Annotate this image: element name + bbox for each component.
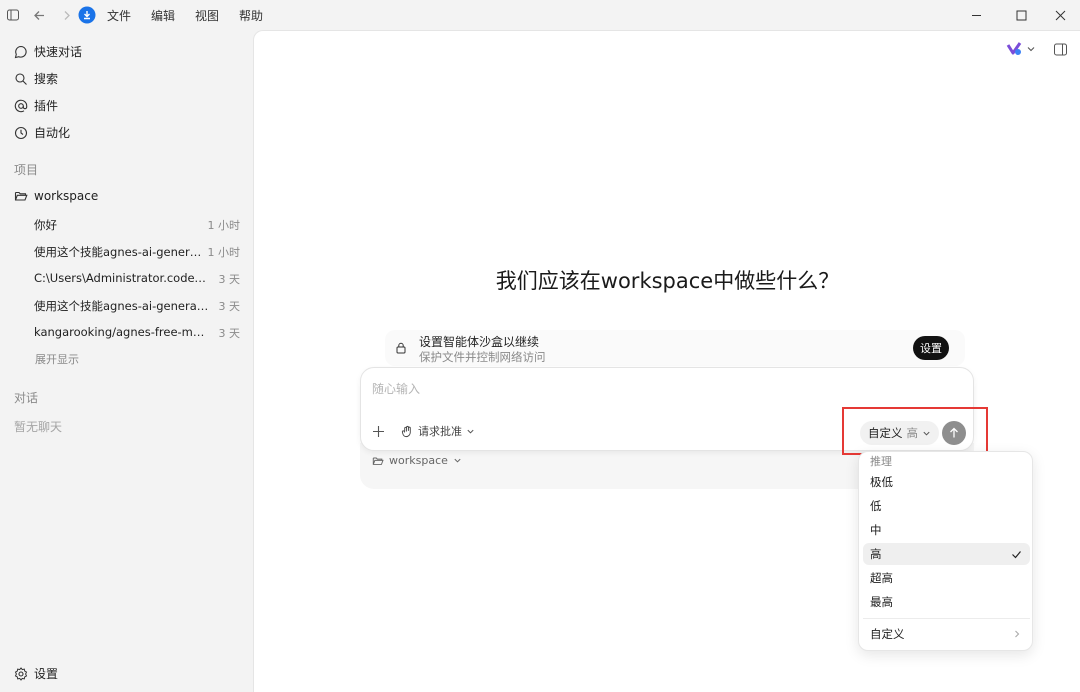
dropdown-header: 推理: [870, 455, 892, 468]
project-workspace[interactable]: workspace: [14, 189, 98, 203]
option-label: 低: [870, 499, 882, 513]
menu-view[interactable]: 视图: [195, 7, 219, 24]
thread-item[interactable]: 使用这个技能agnes-ai-generatio... 3 天: [34, 298, 240, 314]
no-chats-text: 暂无聊天: [14, 420, 63, 434]
thread-item[interactable]: 你好 1 小时: [34, 217, 240, 233]
chevron-down-icon: [454, 458, 461, 463]
thread-item[interactable]: kangarooking/agnes-free-model... 3 天: [34, 325, 240, 341]
sidebar-toggle-icon[interactable]: [3, 5, 23, 25]
sidebar-item-search[interactable]: 搜索: [14, 70, 58, 87]
app-logo-icon: [77, 5, 97, 25]
back-arrow-icon[interactable]: [29, 5, 49, 25]
option-label: 极低: [870, 475, 893, 489]
approval-mode-label: 请求批准: [418, 425, 462, 438]
reasoning-dropdown-menu: 推理 极低 低 中 高 超高 最高 自定义: [858, 451, 1033, 651]
project-name: workspace: [34, 189, 99, 203]
hand-icon: [401, 425, 411, 437]
sidebar-item-quick-chat[interactable]: 快速对话: [14, 43, 82, 60]
thread-title: 使用这个技能agnes-ai-generati...: [34, 245, 204, 259]
sidebar-item-label: 搜索: [34, 72, 59, 86]
thread-item[interactable]: C:\Users\Administrator.codex\ski... 3 天: [34, 271, 240, 287]
sidebar-item-automation[interactable]: 自动化: [14, 124, 70, 141]
setup-button[interactable]: 设置: [913, 336, 949, 360]
checkmark-icon: [1012, 551, 1021, 559]
approval-mode-dropdown[interactable]: 请求批准: [401, 423, 475, 439]
sandbox-banner: 设置智能体沙盒以继续 保护文件并控制网络访问 设置: [385, 330, 965, 366]
sidebar-item-label: 快速对话: [34, 45, 83, 59]
lock-icon: [396, 342, 406, 354]
search-icon: [15, 72, 27, 85]
option-label: 自定义: [870, 627, 905, 641]
settings-label: 设置: [34, 667, 59, 681]
model-switcher[interactable]: [1006, 41, 1036, 57]
title-bar: 文件 编辑 视图 帮助: [0, 0, 1080, 30]
sidebar-item-plugins[interactable]: 插件: [14, 97, 58, 114]
chevron-right-icon: [1015, 630, 1020, 638]
chat-bubble-icon: [14, 45, 27, 58]
thread-title: C:\Users\Administrator.codex\ski...: [34, 271, 209, 285]
thread-time: 1 小时: [207, 246, 241, 259]
sidebar-item-label: 插件: [34, 99, 59, 113]
projects-section-label: 项目: [14, 163, 39, 177]
thread-time: 3 天: [218, 300, 241, 313]
thread-title: kangarooking/agnes-free-model...: [34, 325, 209, 339]
sidebar-item-label: 自动化: [34, 126, 71, 140]
thread-item[interactable]: 使用这个技能agnes-ai-generati... 1 小时: [34, 244, 240, 260]
workspace-selector-label: workspace: [389, 454, 448, 467]
vs-logo-icon: [1006, 42, 1022, 55]
maximize-icon[interactable]: [1011, 5, 1031, 25]
page-title: 我们应该在workspace中做些什么？: [495, 269, 840, 293]
workspace-selector[interactable]: workspace: [372, 454, 462, 467]
at-sign-icon: [14, 99, 28, 112]
reasoning-option-minimal[interactable]: 极低: [863, 471, 1030, 493]
clock-icon: [14, 126, 28, 139]
main-panel: 我们应该在workspace中做些什么？ 设置智能体沙盒以继续 保护文件并控制网…: [253, 30, 1080, 692]
minimize-icon[interactable]: [966, 5, 986, 25]
message-input[interactable]: 随心输入: [372, 380, 420, 397]
reasoning-option-medium[interactable]: 中: [863, 519, 1030, 541]
add-attachment-button[interactable]: [372, 425, 385, 441]
chevron-down-icon: [1027, 47, 1035, 52]
show-more-link[interactable]: 展开显示: [35, 351, 79, 367]
folder-open-icon: [14, 191, 28, 201]
conversations-section-label: 对话: [14, 391, 39, 405]
thread-title: 使用这个技能agnes-ai-generatio...: [34, 299, 209, 313]
thread-time: 3 天: [218, 327, 241, 340]
close-icon[interactable]: [1050, 5, 1070, 25]
panel-toggle-icon[interactable]: [1054, 43, 1067, 59]
reasoning-option-high[interactable]: 高: [863, 543, 1030, 565]
dropdown-divider: [863, 618, 1030, 619]
reasoning-option-max[interactable]: 最高: [863, 591, 1030, 613]
reasoning-option-low[interactable]: 低: [863, 495, 1030, 517]
option-label: 高: [870, 547, 882, 561]
thread-title: 你好: [34, 218, 57, 232]
highlight-box: [842, 407, 988, 455]
banner-title: 设置智能体沙盒以继续: [419, 335, 540, 349]
gear-icon: [14, 666, 28, 681]
banner-subtitle: 保护文件并控制网络访问: [419, 350, 546, 364]
option-label: 中: [870, 523, 882, 537]
menu-file[interactable]: 文件: [107, 7, 131, 24]
settings-button[interactable]: 设置: [14, 665, 58, 682]
plus-icon: [373, 426, 384, 437]
reasoning-option-custom[interactable]: 自定义: [863, 623, 1030, 645]
folder-icon: [372, 457, 384, 465]
reasoning-option-extra-high[interactable]: 超高: [863, 567, 1030, 589]
option-label: 最高: [870, 595, 893, 609]
chevron-down-icon: [467, 429, 474, 434]
sidebar: 快速对话 搜索 插件 自动化 项目 workspace 你好 1 小时 使用这个…: [0, 30, 253, 692]
menu-edit[interactable]: 编辑: [151, 7, 175, 24]
thread-time: 1 小时: [207, 219, 241, 232]
menu-help[interactable]: 帮助: [239, 7, 263, 24]
forward-arrow-icon[interactable]: [56, 5, 76, 25]
option-label: 超高: [870, 571, 893, 585]
thread-time: 3 天: [218, 273, 241, 286]
